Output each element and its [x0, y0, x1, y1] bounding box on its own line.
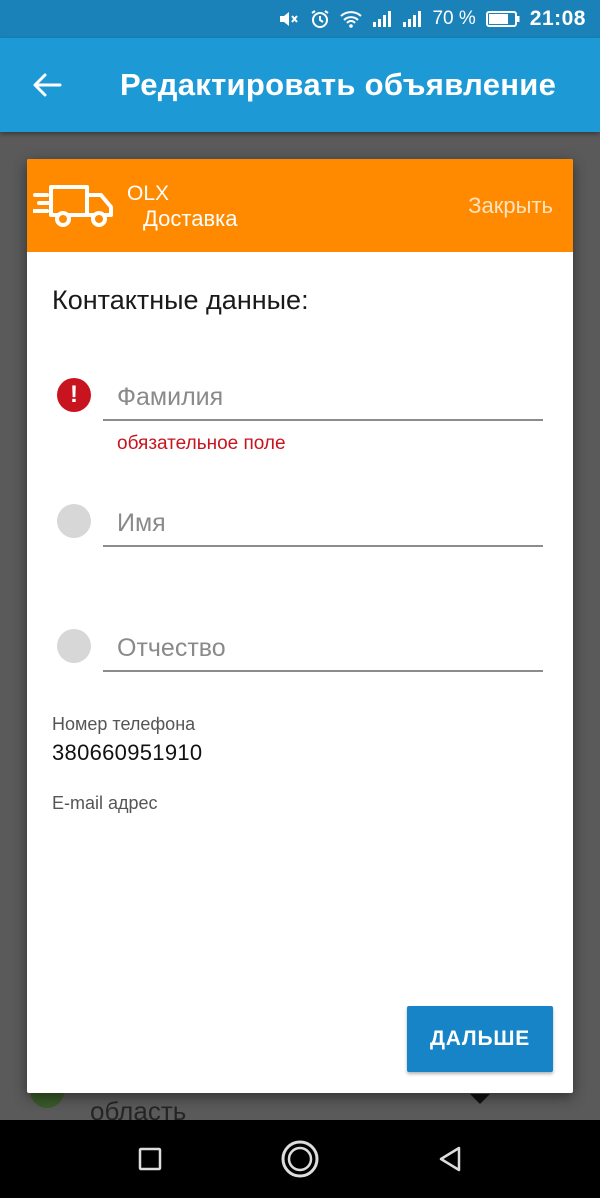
brand-name: OLX — [127, 182, 170, 205]
status-bar: 70 % 21:08 — [0, 0, 600, 38]
home-circle-icon — [281, 1140, 319, 1178]
home-button[interactable] — [279, 1138, 321, 1180]
status-time: 21:08 — [529, 7, 586, 30]
page-title: Редактировать объявление — [120, 67, 557, 102]
arrow-left-icon — [33, 73, 62, 97]
battery-icon — [485, 10, 520, 28]
patronymic-input[interactable] — [103, 614, 543, 672]
battery-percent: 70 % — [432, 8, 476, 29]
delivery-dialog: OLX Доставка Закрыть Контактные данные: … — [27, 159, 573, 1093]
status-icons: 70 % 21:08 — [278, 0, 586, 38]
signal-icon — [372, 11, 392, 27]
back-nav-button[interactable] — [429, 1138, 471, 1180]
last-name-error: обязательное поле — [117, 433, 286, 454]
background-peek-text: область — [90, 1096, 187, 1120]
first-name-field — [57, 489, 543, 549]
navigation-bar — [0, 1120, 600, 1198]
app-bar: Редактировать объявление — [0, 38, 600, 132]
service-name: Доставка — [143, 206, 238, 231]
error-icon: ! — [57, 378, 91, 412]
next-button[interactable]: ДАЛЬШЕ — [407, 1006, 553, 1072]
phone-value: 380660951910 — [52, 740, 203, 765]
dialog-header: OLX Доставка Закрыть — [27, 159, 573, 252]
status-dot-icon — [57, 504, 91, 538]
patronymic-field — [57, 614, 543, 674]
last-name-field: ! — [57, 363, 543, 423]
alarm-icon — [310, 9, 330, 29]
phone-label: Номер телефона — [52, 714, 196, 734]
delivery-truck-icon — [33, 185, 113, 227]
recents-button[interactable] — [129, 1138, 171, 1180]
last-name-input[interactable] — [103, 363, 543, 421]
email-label: E-mail адрес — [52, 793, 158, 813]
first-name-input[interactable] — [103, 489, 543, 547]
delivery-brand: OLX Доставка — [127, 181, 237, 231]
mute-icon — [278, 9, 300, 29]
close-button[interactable]: Закрыть — [468, 193, 553, 219]
back-button[interactable] — [0, 38, 94, 132]
section-title: Контактные данные: — [52, 285, 309, 315]
triangle-back-icon — [439, 1146, 461, 1172]
dropdown-arrow-icon — [470, 1094, 490, 1104]
wifi-icon — [340, 10, 363, 28]
status-dot-icon — [57, 629, 91, 663]
square-icon — [138, 1147, 162, 1171]
signal-icon-2 — [402, 11, 422, 27]
